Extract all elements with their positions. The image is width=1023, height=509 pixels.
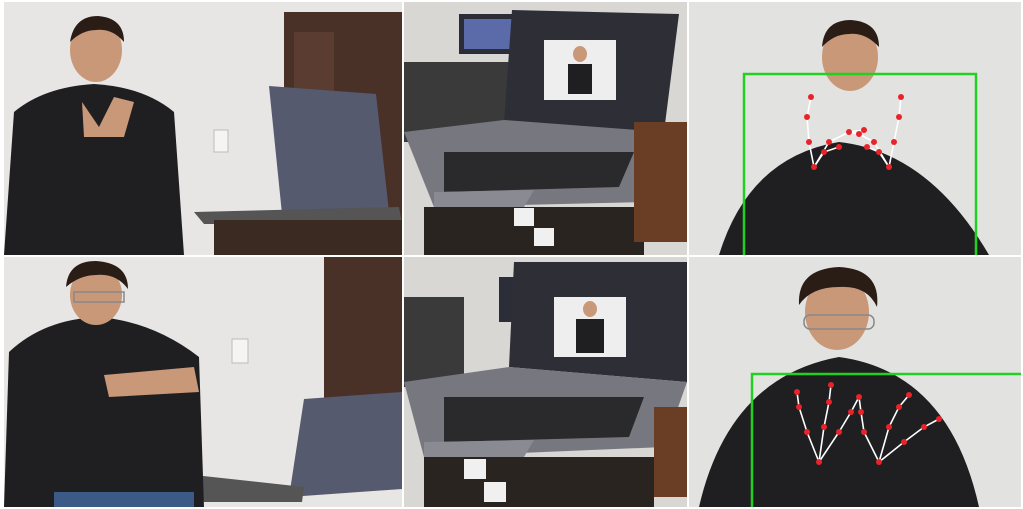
podium	[214, 220, 402, 255]
hoodie	[4, 317, 204, 507]
signer-2-wide-photo	[4, 257, 402, 507]
laptop-lid	[269, 86, 389, 214]
signer-1-laptop-photo	[404, 2, 687, 255]
desk-chair	[404, 297, 464, 387]
signer-1-wide-photo	[4, 2, 402, 255]
wooden-door	[324, 257, 402, 407]
laptop-lid	[289, 392, 402, 497]
jeans	[54, 492, 194, 507]
drawers	[634, 122, 687, 242]
light-switch	[213, 129, 229, 153]
trackpad	[424, 440, 534, 459]
drawers	[654, 407, 687, 497]
signer-1-landmark-photo	[689, 2, 1021, 255]
signer-2-landmark-photo	[689, 257, 1021, 507]
podium	[424, 457, 654, 507]
trackpad	[434, 190, 534, 209]
keyboard	[444, 152, 634, 192]
hoodie	[4, 84, 184, 255]
light-switch	[231, 338, 249, 364]
photo-grid	[0, 0, 1023, 509]
signer-2-laptop-photo	[404, 257, 687, 507]
keyboard	[444, 397, 644, 442]
